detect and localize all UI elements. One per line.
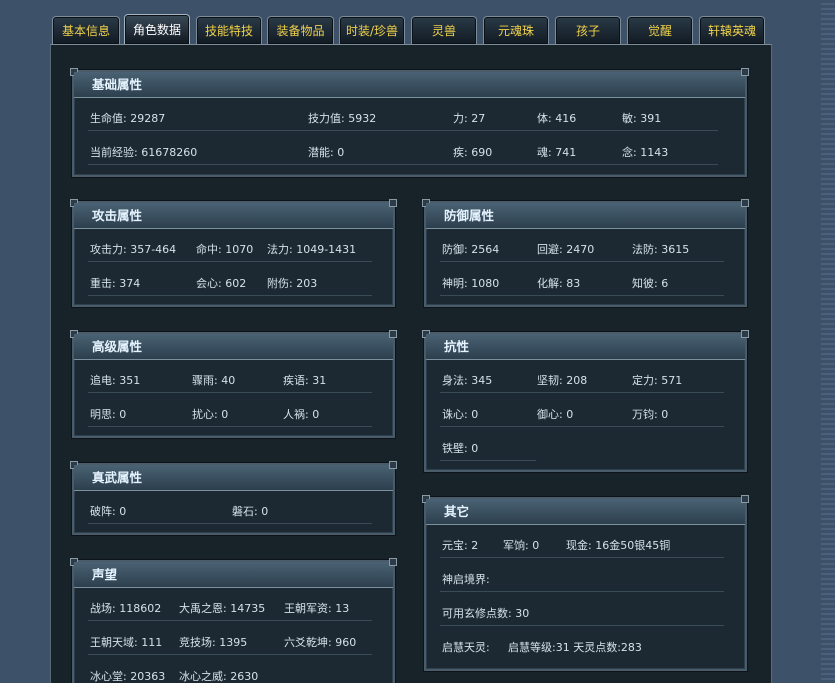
stat-bingxin-hall: 冰心堂: 20363 (90, 670, 166, 683)
section-title: 抗性 (426, 334, 745, 360)
stat-raoxin: 扰心: 0 (192, 408, 229, 421)
section-defense-attributes: 防御属性 防御: 2564 回避: 2470 法防: 3615 神明: 1080… (422, 199, 749, 307)
stat-tiebi: 铁壁: 0 (442, 442, 479, 455)
stat-wanjun: 万钧: 0 (632, 408, 669, 421)
stat-soul: 魂: 741 (537, 146, 577, 159)
row-divider (440, 295, 724, 296)
stat-dingli: 定力: 571 (632, 374, 683, 387)
row-divider (440, 426, 724, 427)
stat-magic-defense: 法防: 3615 (632, 243, 690, 256)
stat-know-enemy: 知彼: 6 (632, 277, 669, 290)
tab-spirit-beast[interactable]: 灵兽 (411, 16, 477, 44)
tab-skills[interactable]: 技能特技 (196, 16, 262, 44)
stat-junxiang: 军饷: 0 (503, 539, 540, 552)
section-title: 真武属性 (74, 465, 393, 491)
row-divider (440, 591, 724, 592)
stat-dynasty-realm: 王朝天域: 111 (90, 636, 163, 649)
row-divider (88, 620, 372, 621)
row-divider (440, 261, 724, 262)
section-resistance: 抗性 身法: 345 坚韧: 208 定力: 571 诛心: 0 御心: 0 万… (422, 330, 749, 472)
stat-defense: 防御: 2564 (442, 243, 500, 256)
stat-shenfa: 身法: 345 (442, 374, 493, 387)
row-divider (88, 164, 718, 165)
stat-liuyao-qiankun: 六爻乾坤: 960 (284, 636, 357, 649)
stat-accuracy: 命中: 1070 (196, 243, 254, 256)
window-edge-stripes (821, 0, 835, 683)
stat-renhuo: 人祸: 0 (283, 408, 320, 421)
tab-basic-info[interactable]: 基本信息 (52, 16, 120, 44)
stat-extra-damage: 附伤: 203 (267, 277, 318, 290)
stat-qihui-tianling: 启慧天灵: (442, 641, 490, 654)
stat-panshi: 磐石: 0 (232, 505, 269, 518)
section-title: 其它 (426, 499, 745, 525)
stat-mingsi: 明思: 0 (90, 408, 127, 421)
row-divider (88, 295, 372, 296)
stat-yuanbao: 元宝: 2 (442, 539, 479, 552)
stat-pozhen: 破阵: 0 (90, 505, 127, 518)
stat-dissolve: 化解: 83 (537, 277, 581, 290)
stat-attack: 攻击力: 357-464 (90, 243, 177, 256)
tab-children[interactable]: 孩子 (555, 16, 621, 44)
row-divider (88, 654, 372, 655)
row-divider (88, 523, 372, 524)
stat-critical: 会心: 602 (196, 277, 247, 290)
row-divider (440, 460, 536, 461)
stat-experience: 当前经验: 61678260 (90, 146, 198, 159)
stat-divine-insight: 神明: 1080 (442, 277, 500, 290)
stat-agility: 敏: 391 (622, 112, 662, 125)
stat-battlefield: 战场: 118602 (90, 602, 162, 615)
stat-dynasty-supplies: 王朝军资: 13 (284, 602, 350, 615)
section-zhenwu-attributes: 真武属性 破阵: 0 磐石: 0 (70, 461, 397, 535)
stat-constitution: 体: 416 (537, 112, 577, 125)
row-divider (440, 392, 724, 393)
stat-yuxin: 御心: 0 (537, 408, 574, 421)
tab-character-data[interactable]: 角色数据 (124, 14, 190, 44)
section-other: 其它 元宝: 2 军饷: 0 现金: 16金50银45铜 神启境界: 可用玄修点… (422, 495, 749, 671)
tab-xuanyuan-hero[interactable]: 轩辕英魂 (699, 16, 765, 44)
row-divider (88, 426, 372, 427)
stat-zhuidian: 追电: 351 (90, 374, 141, 387)
section-title: 声望 (74, 562, 393, 588)
row-divider (88, 392, 372, 393)
section-title: 攻击属性 (74, 203, 393, 229)
section-basic-attributes: 基础属性 生命值: 29287 技力值: 5932 力: 27 体: 416 敏… (70, 68, 749, 177)
stat-strength: 力: 27 (453, 112, 486, 125)
stat-heavy-strike: 重击: 374 (90, 277, 141, 290)
row-divider (440, 557, 724, 558)
stat-speed: 疾: 690 (453, 146, 493, 159)
tab-bar: 基本信息 角色数据 技能特技 装备物品 时装/珍兽 灵兽 元魂珠 孩子 觉醒 轩… (50, 14, 772, 44)
section-advanced-attributes: 高级属性 追电: 351 骤雨: 40 疾语: 31 明思: 0 扰心: 0 人… (70, 330, 397, 438)
stat-cash: 现金: 16金50银45铜 (566, 539, 671, 552)
stat-potential: 潜能: 0 (308, 146, 345, 159)
stat-qihui-level: 启慧等级:31 天灵点数:283 (508, 641, 642, 654)
stat-jiyu: 疾语: 31 (283, 374, 327, 387)
section-title: 基础属性 (74, 72, 745, 98)
tab-fashion-pets[interactable]: 时装/珍兽 (339, 16, 405, 44)
section-attack-attributes: 攻击属性 攻击力: 357-464 命中: 1070 法力: 1049-1431… (70, 199, 397, 307)
section-reputation: 声望 战场: 118602 大禹之恩: 14735 王朝军资: 13 王朝天域:… (70, 558, 397, 683)
stat-mind: 念: 1143 (622, 146, 669, 159)
stat-magic-power: 法力: 1049-1431 (267, 243, 357, 256)
stat-shenqi-realm: 神启境界: (442, 573, 490, 586)
tab-equipment[interactable]: 装备物品 (267, 16, 334, 44)
row-divider (440, 625, 724, 626)
section-title: 防御属性 (426, 203, 745, 229)
stat-zhouyu: 骤雨: 40 (192, 374, 236, 387)
tab-awakening[interactable]: 觉醒 (627, 16, 693, 44)
section-title: 高级属性 (74, 334, 393, 360)
stat-arena: 竞技场: 1395 (179, 636, 248, 649)
stat-hp: 生命值: 29287 (90, 112, 166, 125)
stat-skill-points: 技力值: 5932 (308, 112, 377, 125)
stat-zhuxin: 诛心: 0 (442, 408, 479, 421)
stat-xuanxiu-points: 可用玄修点数: 30 (442, 607, 530, 620)
row-divider (88, 130, 718, 131)
row-divider (88, 261, 372, 262)
stat-jianren: 坚韧: 208 (537, 374, 588, 387)
stat-bingxin-might: 冰心之威: 2630 (179, 670, 259, 683)
stat-evasion: 回避: 2470 (537, 243, 595, 256)
stat-dayu-grace: 大禹之恩: 14735 (179, 602, 266, 615)
tab-soul-orb[interactable]: 元魂珠 (483, 16, 549, 44)
